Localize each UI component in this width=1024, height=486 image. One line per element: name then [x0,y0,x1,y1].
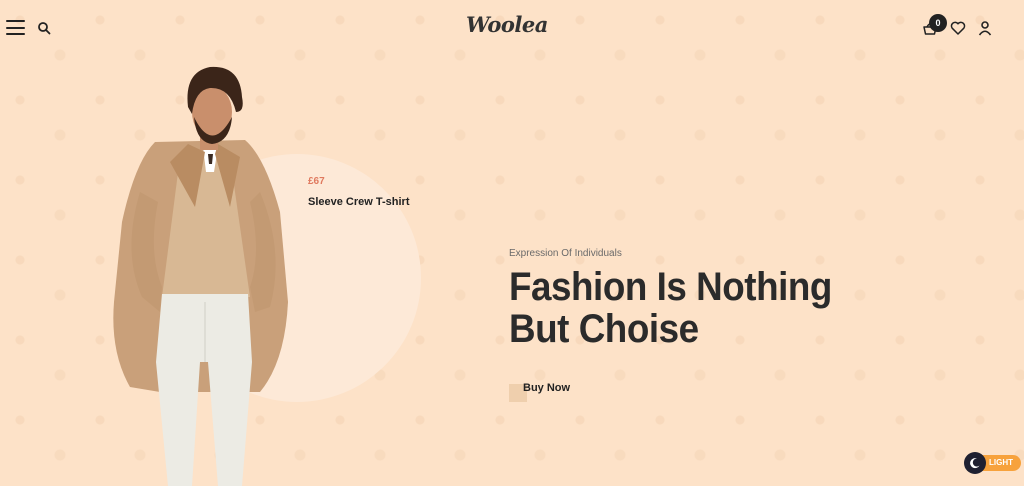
product-name[interactable]: Sleeve Crew T-shirt [308,196,410,208]
headline-line-1: Fashion Is Nothing [509,265,832,309]
product-price: £67 [308,176,325,187]
account-button[interactable] [978,20,992,36]
moon-icon [964,452,986,474]
model-image [113,66,288,486]
headline-line-2: But Choise [509,307,699,351]
buy-now-button[interactable]: Buy Now [509,380,589,402]
hero-subtitle: Expression Of Individuals [509,248,622,259]
cart-count-badge: 0 [929,14,947,32]
menu-icon-bar [6,26,25,29]
heart-icon [950,21,966,35]
hero-headline: Fashion Is Nothing But Choise [509,266,895,350]
search-icon [38,22,51,35]
search-button[interactable] [37,21,51,35]
wishlist-button[interactable] [950,20,966,36]
menu-icon-bar [6,20,25,22]
menu-icon-bar [6,33,25,35]
site-header: Woolea 0 [0,0,1024,56]
theme-toggle[interactable]: LIGHT [964,452,1021,474]
menu-button[interactable] [6,20,25,35]
site-logo[interactable]: Woolea [466,12,548,37]
theme-toggle-label: LIGHT [989,458,1013,467]
user-icon [978,21,992,36]
buy-now-label: Buy Now [523,382,571,394]
